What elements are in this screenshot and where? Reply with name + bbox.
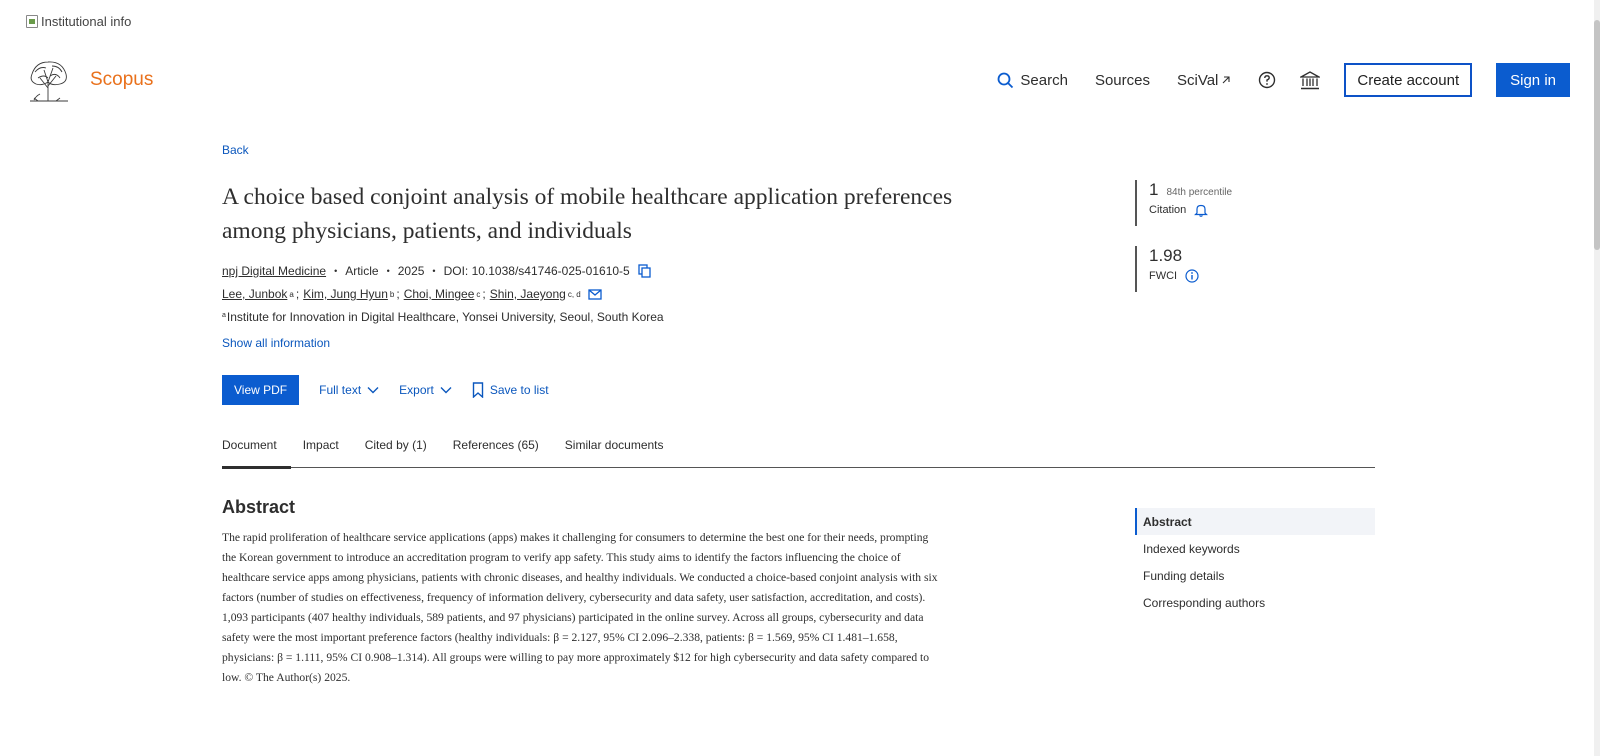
document-meta: npj Digital Medicine • Article • 2025 • … — [222, 264, 651, 278]
doi: DOI: 10.1038/s41746-025-01610-5 — [443, 264, 630, 278]
toc-item-indexed-keywords[interactable]: Indexed keywords — [1135, 535, 1375, 562]
tab-impact[interactable]: Impact — [303, 437, 339, 468]
tab-document[interactable]: Document — [222, 437, 291, 469]
copy-icon[interactable] — [638, 264, 651, 278]
author-sup: c — [476, 289, 481, 299]
institution-button[interactable] — [1300, 70, 1321, 90]
author-link[interactable]: Lee, Junbok — [222, 287, 287, 301]
export-dropdown[interactable]: Export — [399, 383, 452, 397]
sources-link[interactable]: Sources — [1095, 72, 1150, 89]
affiliation-sup: a — [222, 312, 226, 319]
search-icon — [998, 72, 1014, 88]
help-icon — [1259, 71, 1276, 89]
metrics-panel: 1 84th percentile Citation 1.98 FWCI — [1135, 180, 1232, 312]
author-link[interactable]: Shin, Jaeyong — [490, 287, 566, 301]
fwci-value: 1.98 — [1149, 246, 1183, 265]
abstract-text: The rapid proliferation of healthcare se… — [222, 531, 938, 684]
save-to-list-label: Save to list — [489, 383, 549, 397]
create-account-button[interactable]: Create account — [1344, 63, 1473, 97]
bell-icon[interactable] — [1194, 203, 1209, 217]
affiliation-text: Institute for Innovation in Digital Heal… — [226, 310, 664, 324]
institution-icon — [1300, 70, 1321, 89]
full-text-dropdown[interactable]: Full text — [319, 383, 379, 397]
full-text-label: Full text — [319, 383, 362, 397]
top-navigation: Search Sources SciVal Create account Sig… — [997, 63, 1570, 97]
chevron-down-icon — [440, 387, 452, 394]
tab-cited-by[interactable]: Cited by (1) — [365, 437, 427, 468]
author-separator: ; — [396, 287, 400, 301]
help-button[interactable] — [1258, 71, 1276, 89]
action-bar: View PDF Full text Export Save to list — [222, 375, 569, 405]
author-link[interactable]: Kim, Jung Hyun — [303, 287, 388, 301]
view-pdf-button[interactable]: View PDF — [222, 375, 300, 405]
email-icon[interactable] — [588, 288, 602, 300]
save-to-list-button[interactable]: Save to list — [472, 382, 549, 398]
bookmark-icon — [472, 382, 484, 398]
author-sup: b — [389, 289, 395, 299]
scrollbar-thumb[interactable] — [1594, 20, 1600, 250]
scival-link[interactable]: SciVal — [1177, 72, 1231, 89]
fwci-metric: 1.98 FWCI — [1135, 246, 1232, 292]
citation-label: Citation — [1149, 204, 1187, 216]
institutional-info-image: Institutional info — [26, 14, 131, 29]
info-icon[interactable] — [1185, 269, 1199, 283]
sources-label: Sources — [1094, 71, 1150, 89]
separator-dot: • — [386, 266, 390, 276]
tab-similar-documents[interactable]: Similar documents — [565, 437, 664, 468]
author-list: Lee, Junbok a; Kim, Jung Hyun b; Choi, Min… — [222, 287, 602, 301]
broken-image-icon — [26, 15, 38, 28]
author-sup: c, d — [567, 289, 581, 299]
citation-percentile: 84th percentile — [1166, 187, 1233, 198]
toc-item-abstract[interactable]: Abstract — [1135, 508, 1375, 535]
document-tabs: Document Impact Cited by (1) References … — [222, 437, 1375, 469]
citation-metric: 1 84th percentile Citation — [1135, 180, 1232, 226]
publication-year: 2025 — [397, 264, 425, 278]
elsevier-tree-icon — [30, 61, 68, 102]
separator-dot: • — [432, 266, 436, 276]
scopus-logo[interactable]: Scopus — [26, 58, 153, 102]
search-label: Search — [1020, 71, 1068, 89]
sign-in-button[interactable]: Sign in — [1496, 63, 1570, 97]
author-link[interactable]: Choi, Mingee — [404, 287, 475, 301]
fwci-label: FWCI — [1149, 270, 1178, 282]
export-label: Export — [399, 383, 434, 397]
section-navigation: Abstract Indexed keywords Funding detail… — [1135, 508, 1375, 616]
show-all-information-link[interactable]: Show all information — [222, 336, 330, 350]
chevron-down-icon — [367, 387, 379, 394]
institutional-info-alt: Institutional info — [41, 14, 132, 29]
abstract-heading: Abstract — [222, 497, 296, 517]
scival-label: SciVal — [1176, 71, 1219, 89]
back-link[interactable]: Back — [222, 143, 249, 157]
external-link-icon — [1223, 76, 1230, 84]
toc-item-corresponding-authors[interactable]: Corresponding authors — [1135, 589, 1375, 616]
affiliation: aInstitute for Innovation in Digital Hea… — [222, 310, 664, 324]
document-title: A choice based conjoint analysis of mobi… — [222, 184, 953, 244]
separator-dot: • — [334, 266, 338, 276]
author-sup: a — [289, 289, 294, 299]
author-separator: ; — [295, 287, 300, 301]
brand-name: Scopus — [90, 69, 154, 90]
search-link[interactable]: Search — [997, 72, 1068, 89]
document-type: Article — [345, 264, 379, 278]
tab-references[interactable]: References (65) — [453, 437, 539, 468]
author-separator: ; — [482, 287, 486, 301]
toc-item-funding-details[interactable]: Funding details — [1135, 562, 1375, 589]
citation-count: 1 — [1149, 180, 1159, 199]
journal-link[interactable]: npj Digital Medicine — [222, 264, 326, 278]
